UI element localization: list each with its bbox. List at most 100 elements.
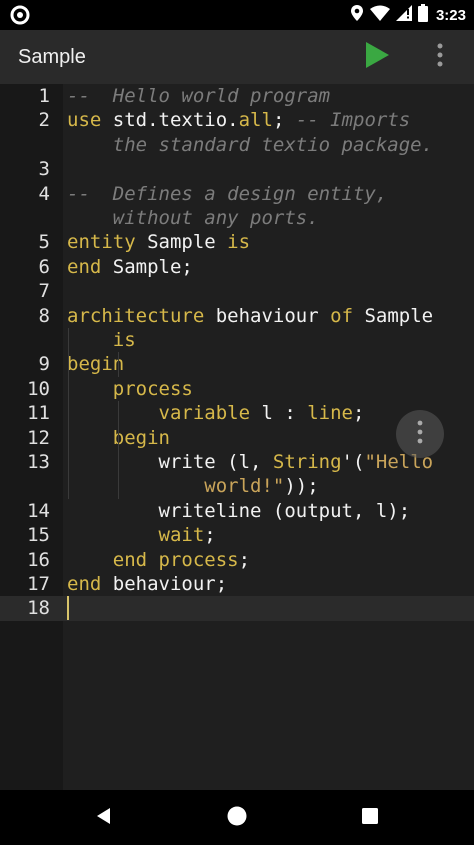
code-token: writeline (output, l); [67,499,411,522]
code-line[interactable]: 1 -- Hello world program [0,84,474,108]
code-text: writeline (output, l); [67,499,411,523]
code-token: String [272,451,342,473]
code-token: '( [341,451,365,473]
line-number: 5 [38,231,50,254]
code-token: process [112,377,193,400]
code-line[interactable]: 18 [0,596,474,621]
text-cursor [67,596,69,621]
app-title: Sample [18,46,86,68]
indent-guide [118,401,119,499]
code-token: Sample [353,304,434,327]
code-token: architecture [67,304,205,327]
code-token: -- Hello world program [67,85,331,107]
code-token: is [112,328,136,351]
code-text: write (l, String'("Hello [67,450,434,474]
more-vert-icon [430,43,450,74]
code-text: use std.textio.all; -- Imports [67,108,410,132]
line-number: 16 [27,548,50,571]
code-token: of [330,304,354,327]
code-token: line [307,402,353,425]
code-text: wait; [67,523,216,547]
status-time: 3:23 [435,6,466,24]
battery-icon [417,3,428,27]
code-token: end process [112,548,239,571]
line-number: 18 [27,597,50,620]
code-text: world!")); [67,474,319,498]
recents-button[interactable] [352,800,388,836]
code-token: use [67,109,102,132]
home-button[interactable] [219,800,255,836]
recents-square-icon [360,806,380,831]
code-token: Sample; [101,255,193,278]
line-number: 15 [27,524,50,547]
code-line[interactable]: 15 wait; [0,523,474,547]
line-number: 9 [38,353,50,376]
back-button[interactable] [86,800,122,836]
line-number: 7 [38,280,50,303]
code-token: -- Imports [295,109,411,132]
line-number: 3 [38,158,50,181]
run-button[interactable] [362,40,392,70]
code-text: -- Defines a design entity, [67,182,387,206]
code-token: behaviour; [101,573,228,595]
code-text: is [67,328,136,352]
code-text: -- Hello world program [67,84,330,108]
code-token: ; [238,548,251,571]
code-token: begin [112,426,170,449]
code-text: end behaviour; [67,572,227,596]
code-text: end Sample; [67,255,193,279]
code-line[interactable]: 2 use std.textio.all; -- Imports the stan… [0,108,474,157]
code-line[interactable]: 16 end process; [0,548,474,572]
code-line[interactable]: 10 process [0,377,474,401]
home-circle-icon [226,805,248,832]
code-token: the standard textio package. [67,133,434,156]
code-line[interactable]: 5 entity Sample is [0,230,474,254]
code-text: process [67,377,193,401]
line-number: 17 [27,573,50,595]
code-line[interactable]: 17 end behaviour; [0,572,474,596]
code-line[interactable]: 7 [0,279,474,303]
editor-menu-fab[interactable] [396,410,444,458]
line-number: 8 [38,304,50,327]
code-line[interactable]: 8 architecture behaviour of Sample is [0,304,474,353]
code-line[interactable]: 13 write (l, String'("Hello world!")); [0,450,474,499]
code-line[interactable]: 4 -- Defines a design entity, without any… [0,182,474,231]
overflow-menu-button[interactable] [430,40,450,70]
code-token: behaviour [204,304,331,327]
more-vert-icon [415,419,425,450]
code-line[interactable]: 3 [0,157,474,181]
code-token: without any ports. [67,206,319,229]
code-text: end process; [67,548,250,572]
location-icon [350,4,364,27]
code-token: Sample [135,231,228,254]
code-text: begin [67,352,124,376]
code-token: all [238,109,273,132]
status-bar: 3:23 [0,0,474,30]
code-line[interactable]: 9 begin [0,352,474,376]
code-token: ; [204,524,216,547]
code-text: entity Sample is [67,230,250,254]
signal-icon [395,4,412,26]
app-bar: Sample [0,30,474,84]
app-status-icon [10,5,30,25]
code-text: architecture behaviour of Sample [67,304,433,328]
wifi-icon [369,5,390,26]
code-token: ; [272,109,296,132]
code-line[interactable]: 6 end Sample; [0,255,474,279]
code-token: )); [284,475,319,498]
code-line[interactable]: 14 writeline (output, l); [0,499,474,523]
navigation-bar [0,790,474,845]
code-token: end [67,573,102,595]
code-token: world!" [67,475,285,498]
code-text: without any ports. [67,206,319,230]
code-token: l : [250,402,308,425]
code-token: -- Defines a design entity, [67,182,388,205]
line-number: 10 [27,377,50,400]
line-number: 14 [27,499,50,522]
